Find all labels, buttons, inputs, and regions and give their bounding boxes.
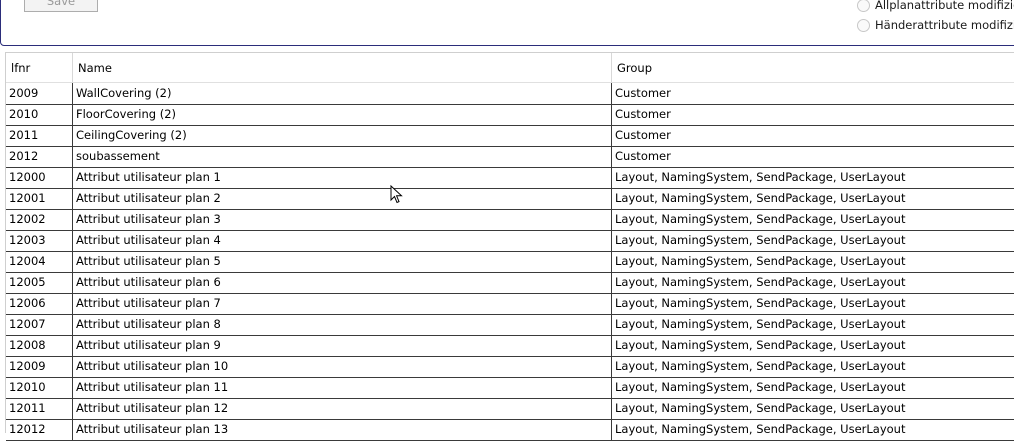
cell-name[interactable]: CeilingCovering (2) [73,125,612,146]
option-allplan-attributes[interactable]: Allplanattribute modifiziere [857,0,1014,12]
cell-group[interactable]: Layout, NamingSystem, SendPackage, UserL… [612,209,1014,230]
cell-lfnr[interactable]: 2012 [6,146,73,167]
cell-group[interactable]: Layout, NamingSystem, SendPackage, UserL… [612,377,1014,398]
cell-group[interactable]: Layout, NamingSystem, SendPackage, UserL… [612,251,1014,272]
cell-group[interactable]: Layout, NamingSystem, SendPackage, UserL… [612,188,1014,209]
cell-name[interactable]: soubassement [73,146,612,167]
cell-name[interactable]: Attribut utilisateur plan 10 [73,356,612,377]
cell-group[interactable]: Customer [612,125,1014,146]
cell-name[interactable]: Attribut utilisateur plan 8 [73,314,612,335]
cell-name[interactable]: Attribut utilisateur plan 6 [73,272,612,293]
table-row[interactable]: 12006 Attribut utilisateur plan 7 Layout, … [6,293,1014,315]
option-label: Allplanattribute modifiziere [875,0,1014,12]
cell-lfnr[interactable]: 12004 [6,251,73,272]
table-row[interactable]: 12010 Attribut utilisateur plan 11 Layout,… [6,377,1014,399]
cell-group[interactable]: Layout, NamingSystem, SendPackage, UserL… [612,335,1014,356]
cell-name[interactable]: Attribut utilisateur plan 13 [73,419,612,440]
table-row[interactable]: 2011 CeilingCovering (2) Customer [6,125,1014,147]
table-row[interactable]: 12005 Attribut utilisateur plan 6 Layout, … [6,272,1014,294]
table-row[interactable]: 12009 Attribut utilisateur plan 10 Layout,… [6,356,1014,378]
cell-lfnr[interactable]: 2011 [6,125,73,146]
table-row[interactable]: 12002 Attribut utilisateur plan 3 Layout, … [6,209,1014,231]
cell-lfnr[interactable]: 12002 [6,209,73,230]
cell-name[interactable]: Attribut utilisateur plan 9 [73,335,612,356]
cell-lfnr[interactable]: 12006 [6,293,73,314]
cell-group[interactable]: Customer [612,146,1014,167]
table-row[interactable]: 12001 Attribut utilisateur plan 2 Layout, … [6,188,1014,210]
table-row[interactable]: 2009 WallCovering (2) Customer [6,83,1014,105]
cell-group[interactable]: Customer [612,104,1014,125]
cell-name[interactable]: Attribut utilisateur plan 12 [73,398,612,419]
table-row[interactable]: 2010 FloorCovering (2) Customer [6,104,1014,126]
cell-name[interactable]: Attribut utilisateur plan 3 [73,209,612,230]
cell-lfnr[interactable]: 12009 [6,356,73,377]
cell-lfnr[interactable]: 12003 [6,230,73,251]
mouse-pointer-icon [390,185,403,204]
cell-group[interactable]: Customer [612,83,1014,104]
cell-group[interactable]: Layout, NamingSystem, SendPackage, UserL… [612,293,1014,314]
cell-name[interactable]: FloorCovering (2) [73,104,612,125]
cell-group[interactable]: Layout, NamingSystem, SendPackage, UserL… [612,398,1014,419]
table-row[interactable]: 12003 Attribut utilisateur plan 4 Layout, … [6,230,1014,252]
cell-name[interactable]: Attribut utilisateur plan 5 [73,251,612,272]
table-row[interactable]: 12011 Attribut utilisateur plan 12 Layout,… [6,398,1014,420]
cell-lfnr[interactable]: 12007 [6,314,73,335]
column-header-name[interactable]: Name [73,53,612,82]
column-header-lfnr[interactable]: lfnr [6,53,73,82]
cell-lfnr[interactable]: 12011 [6,398,73,419]
option-label: Händerattribute modifiziere [875,18,1014,32]
cell-name[interactable]: Attribut utilisateur plan 1 [73,167,612,188]
cell-lfnr[interactable]: 2009 [6,83,73,104]
cell-group[interactable]: Layout, NamingSystem, SendPackage, UserL… [612,230,1014,251]
option-haendler-attributes[interactable]: Händerattribute modifiziere [857,18,1014,32]
cell-name[interactable]: Attribut utilisateur plan 2 [73,188,612,209]
table-row[interactable]: 12007 Attribut utilisateur plan 8 Layout, … [6,314,1014,336]
table-row[interactable]: 12008 Attribut utilisateur plan 9 Layout, … [6,335,1014,357]
cell-lfnr[interactable]: 12001 [6,188,73,209]
grid-header: lfnr Name Group [6,53,1014,83]
save-button[interactable]: Save [24,0,98,12]
cell-group[interactable]: Layout, NamingSystem, SendPackage, UserL… [612,356,1014,377]
table-row[interactable]: 2012 soubassement Customer [6,146,1014,168]
cell-lfnr[interactable]: 12008 [6,335,73,356]
cell-group[interactable]: Layout, NamingSystem, SendPackage, UserL… [612,314,1014,335]
table-row[interactable]: 12000 Attribut utilisateur plan 1 Layout, … [6,167,1014,189]
radio-button[interactable] [857,0,870,12]
table-row[interactable]: 12012 Attribut utilisateur plan 13 Layout,… [6,419,1014,441]
cell-lfnr[interactable]: 2010 [6,104,73,125]
cell-group[interactable]: Layout, NamingSystem, SendPackage, UserL… [612,272,1014,293]
cell-name[interactable]: Attribut utilisateur plan 11 [73,377,612,398]
cell-name[interactable]: WallCovering (2) [73,83,612,104]
cell-lfnr[interactable]: 12000 [6,167,73,188]
cell-lfnr[interactable]: 12010 [6,377,73,398]
table-row[interactable]: 12004 Attribut utilisateur plan 5 Layout, … [6,251,1014,273]
cell-lfnr[interactable]: 12012 [6,419,73,440]
cell-lfnr[interactable]: 12005 [6,272,73,293]
radio-button[interactable] [857,18,870,32]
cell-group[interactable]: Layout, NamingSystem, SendPackage, UserL… [612,419,1014,440]
cell-group[interactable]: Layout, NamingSystem, SendPackage, UserL… [612,167,1014,188]
cell-name[interactable]: Attribut utilisateur plan 7 [73,293,612,314]
column-header-group[interactable]: Group [612,53,1014,82]
attributes-grid[interactable]: lfnr Name Group 2009 WallCovering (2) Cust… [5,52,1014,441]
cell-name[interactable]: Attribut utilisateur plan 4 [73,230,612,251]
